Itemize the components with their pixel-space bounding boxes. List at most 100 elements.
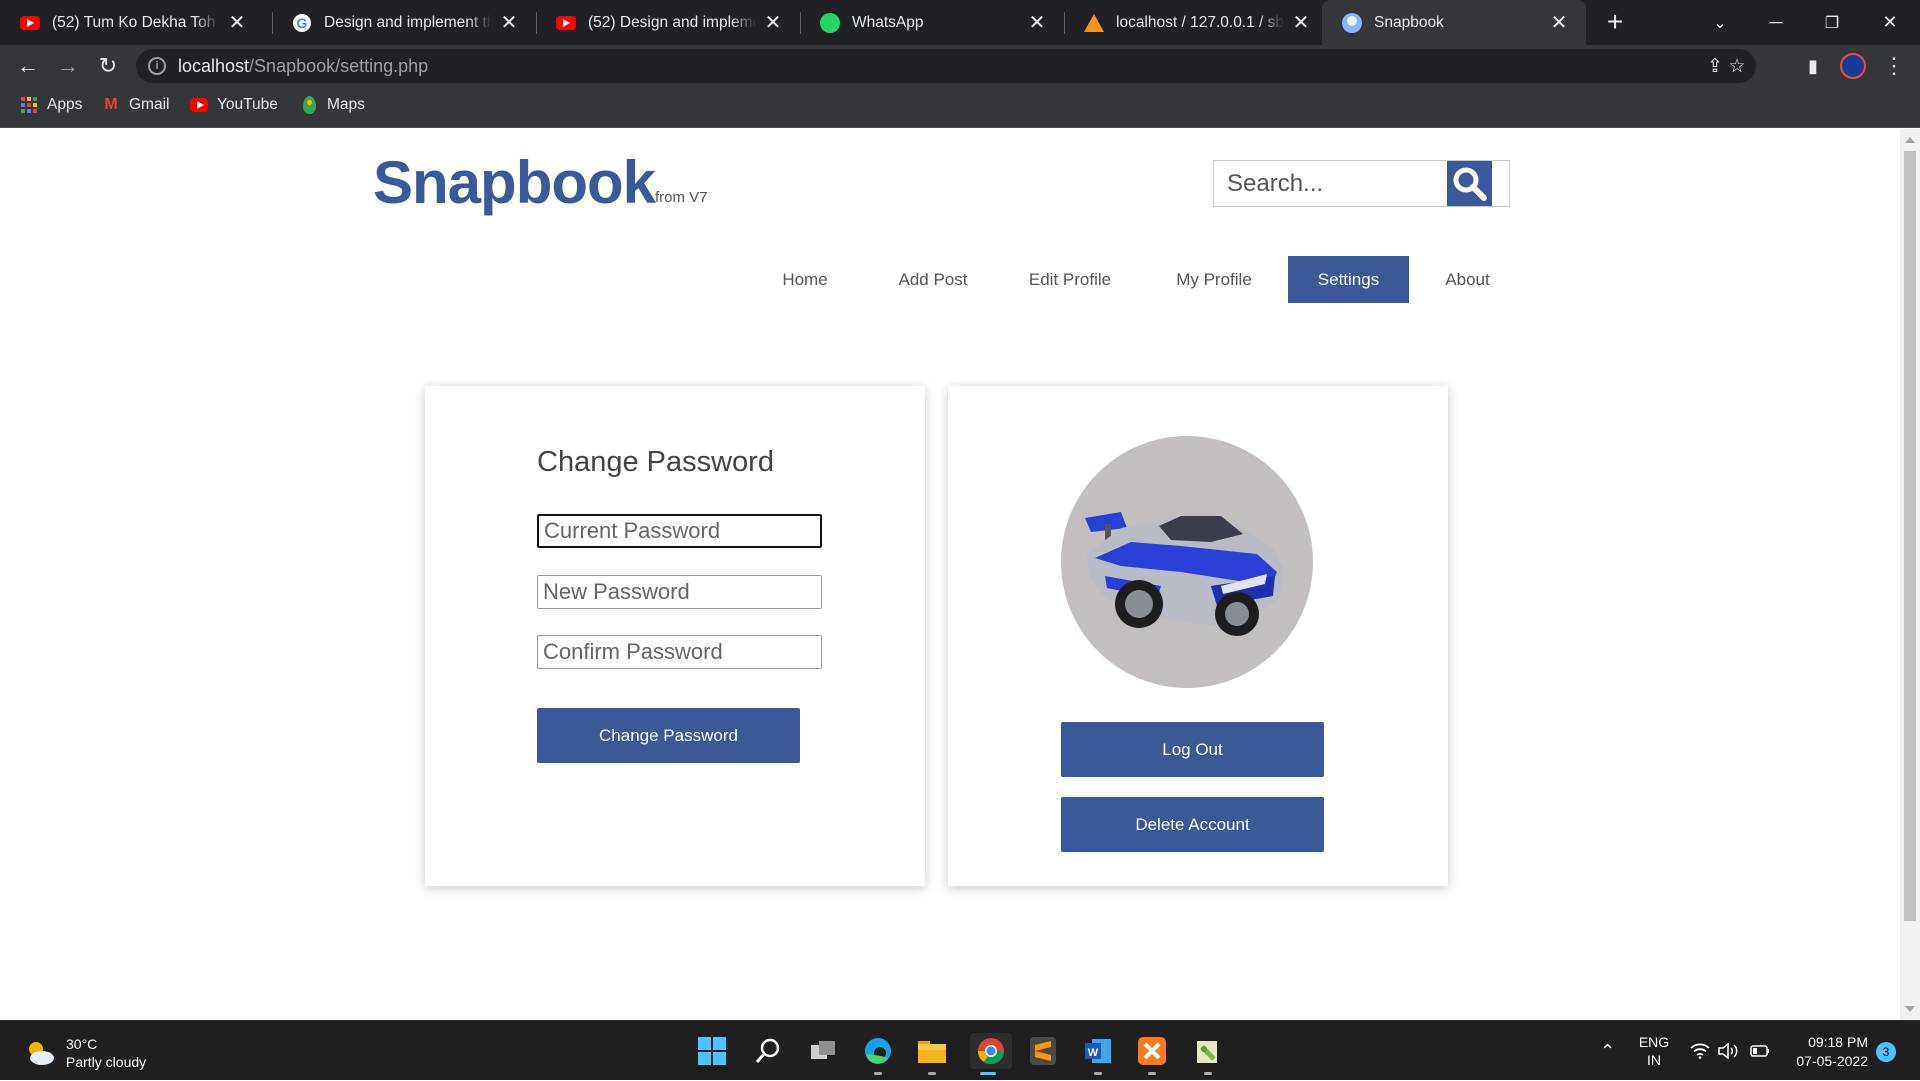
apps-grid-icon — [20, 96, 38, 114]
browser-tab-bar: (52) Tum Ko Dekha Toh Ye Khayal Aaya ✕ G… — [0, 0, 1920, 45]
weather-widget[interactable]: 30°C Partly cloudy — [24, 1035, 146, 1071]
site-info-icon[interactable]: i — [148, 57, 166, 75]
volume-icon[interactable] — [1718, 1021, 1738, 1081]
address-bar[interactable]: i localhost/Snapbook/setting.php ⇪ ☆ — [136, 49, 1756, 83]
change-password-button[interactable]: Change Password — [537, 708, 800, 763]
profile-picture — [1061, 436, 1313, 688]
battery-icon[interactable] — [1750, 1021, 1770, 1081]
profile-avatar-icon[interactable] — [1840, 53, 1866, 79]
task-view-icon[interactable] — [805, 1033, 841, 1069]
search-button[interactable] — [1447, 161, 1492, 206]
lang-bottom: IN — [1647, 1052, 1661, 1068]
page-viewport: Snapbook from V7 Home Add Post Edit Prof… — [0, 129, 1900, 1020]
forward-icon[interactable]: → — [52, 50, 84, 82]
browser-tab[interactable]: (52) Design and implement a ✕ — [536, 0, 800, 45]
clock-date: 07-05-2022 — [1796, 1053, 1868, 1069]
language-indicator[interactable]: ENG IN — [1637, 1021, 1671, 1081]
window-close-icon[interactable]: ✕ — [1862, 0, 1918, 45]
new-tab-button[interactable]: + — [1600, 7, 1630, 37]
close-icon[interactable]: ✕ — [1548, 12, 1570, 34]
car-image — [1085, 512, 1283, 636]
new-password-field[interactable] — [537, 575, 822, 609]
confirm-password-field[interactable] — [537, 635, 822, 669]
bookmark-label: Maps — [327, 96, 365, 113]
youtube-icon — [556, 13, 576, 33]
search-input[interactable] — [1214, 161, 1446, 206]
notepad-plus-plus-icon[interactable] — [1190, 1033, 1226, 1075]
reload-icon[interactable]: ↻ — [92, 50, 124, 82]
minimize-icon[interactable]: ─ — [1748, 0, 1804, 45]
change-password-title: Change Password — [537, 446, 774, 478]
nav-settings[interactable]: Settings — [1288, 256, 1409, 303]
browser-tab[interactable]: localhost / 127.0.0.1 / sb / users ✕ — [1064, 0, 1328, 45]
file-explorer-icon[interactable] — [914, 1033, 950, 1075]
tab-title: Snapbook — [1374, 13, 1444, 31]
tab-title: (52) Design and implement a — [588, 13, 756, 31]
nav-add-post[interactable]: Add Post — [883, 256, 983, 303]
search-icon[interactable] — [750, 1033, 786, 1069]
bookmarks-bar: Apps M Gmail YouTube Maps — [0, 86, 1920, 128]
weather-temp: 30°C — [66, 1036, 98, 1052]
close-icon[interactable]: ✕ — [226, 12, 248, 34]
scrollbar-thumb[interactable] — [1904, 151, 1916, 921]
browser-tab[interactable]: (52) Tum Ko Dekha Toh Ye Khayal Aaya ✕ — [0, 0, 264, 45]
close-icon[interactable]: ✕ — [1026, 12, 1048, 34]
maps-icon — [300, 96, 318, 114]
brand-subtitle: from V7 — [655, 189, 708, 206]
start-icon[interactable] — [694, 1033, 730, 1069]
side-panel-icon[interactable]: ▮ — [1797, 50, 1829, 82]
menu-kebab-icon[interactable]: ⋮ — [1878, 50, 1910, 82]
partly-cloudy-icon — [29, 1042, 54, 1065]
bookmark-label: Gmail — [129, 96, 170, 113]
tab-title: (52) Tum Ko Dekha Toh Ye Khayal Aaya — [52, 13, 220, 31]
change-password-card: Change Password Change Password — [425, 386, 925, 886]
browser-toolbar: ← → ↻ i localhost/Snapbook/setting.php ⇪… — [0, 45, 1920, 86]
sublime-text-icon[interactable] — [1025, 1033, 1061, 1069]
bookmark-youtube[interactable]: YouTube — [190, 96, 278, 114]
back-icon[interactable]: ← — [12, 50, 44, 82]
phpmyadmin-icon — [1084, 13, 1104, 33]
search-icon — [1453, 167, 1487, 201]
close-icon[interactable]: ✕ — [762, 12, 784, 34]
system-clock[interactable]: 09:18 PM 07-05-2022 — [1790, 1033, 1868, 1071]
word-icon[interactable]: W — [1080, 1033, 1116, 1075]
url-text[interactable]: localhost/Snapbook/setting.php — [178, 56, 428, 77]
delete-account-button[interactable]: Delete Account — [1061, 797, 1324, 852]
brand-logo[interactable]: Snapbook — [373, 148, 656, 217]
windows-taskbar: 30°C Partly cloudy W ⌃ ENG IN 09:18 PM 0… — [0, 1020, 1920, 1080]
show-hidden-icons-chevron-icon[interactable]: ⌃ — [1600, 1021, 1615, 1081]
url-host: localhost — [178, 56, 250, 76]
bookmark-label: YouTube — [217, 96, 278, 113]
close-icon[interactable]: ✕ — [1290, 12, 1312, 34]
chrome-icon[interactable] — [970, 1033, 1012, 1075]
xampp-icon[interactable] — [1134, 1033, 1170, 1075]
browser-tab[interactable]: WhatsApp ✕ — [800, 0, 1064, 45]
url-path: /Snapbook/setting.php — [249, 56, 429, 76]
browser-tab-active[interactable]: Snapbook ✕ — [1322, 0, 1586, 45]
close-icon[interactable]: ✕ — [498, 12, 520, 34]
tab-title: Design and implement the application — [324, 13, 492, 31]
nav-home[interactable]: Home — [760, 256, 850, 303]
gmail-icon: M — [104, 96, 118, 113]
wifi-icon[interactable] — [1690, 1021, 1710, 1081]
scroll-up-icon[interactable] — [1905, 137, 1915, 143]
tab-title: WhatsApp — [852, 13, 924, 31]
edge-icon[interactable] — [860, 1033, 896, 1075]
notification-badge[interactable]: 3 — [1876, 1042, 1896, 1062]
lang-top: ENG — [1638, 1034, 1670, 1050]
browser-tab[interactable]: G Design and implement the application ✕ — [272, 0, 536, 45]
profile-icon — [1342, 12, 1362, 33]
page-scrollbar[interactable] — [1900, 129, 1920, 1020]
nav-my-profile[interactable]: My Profile — [1164, 256, 1264, 303]
bookmark-maps[interactable]: Maps — [300, 96, 365, 114]
restore-icon[interactable]: ❐ — [1804, 0, 1860, 45]
scroll-down-icon[interactable] — [1905, 1006, 1915, 1012]
bookmark-gmail[interactable]: M Gmail — [102, 96, 169, 114]
tab-search-icon[interactable]: ⌄ — [1692, 0, 1748, 45]
bookmark-star-icon[interactable]: ☆ — [1724, 53, 1750, 79]
current-password-field[interactable] — [537, 514, 822, 548]
bookmark-apps[interactable]: Apps — [20, 96, 82, 114]
logout-button[interactable]: Log Out — [1061, 722, 1324, 777]
nav-about[interactable]: About — [1420, 256, 1515, 303]
nav-edit-profile[interactable]: Edit Profile — [1018, 256, 1122, 303]
